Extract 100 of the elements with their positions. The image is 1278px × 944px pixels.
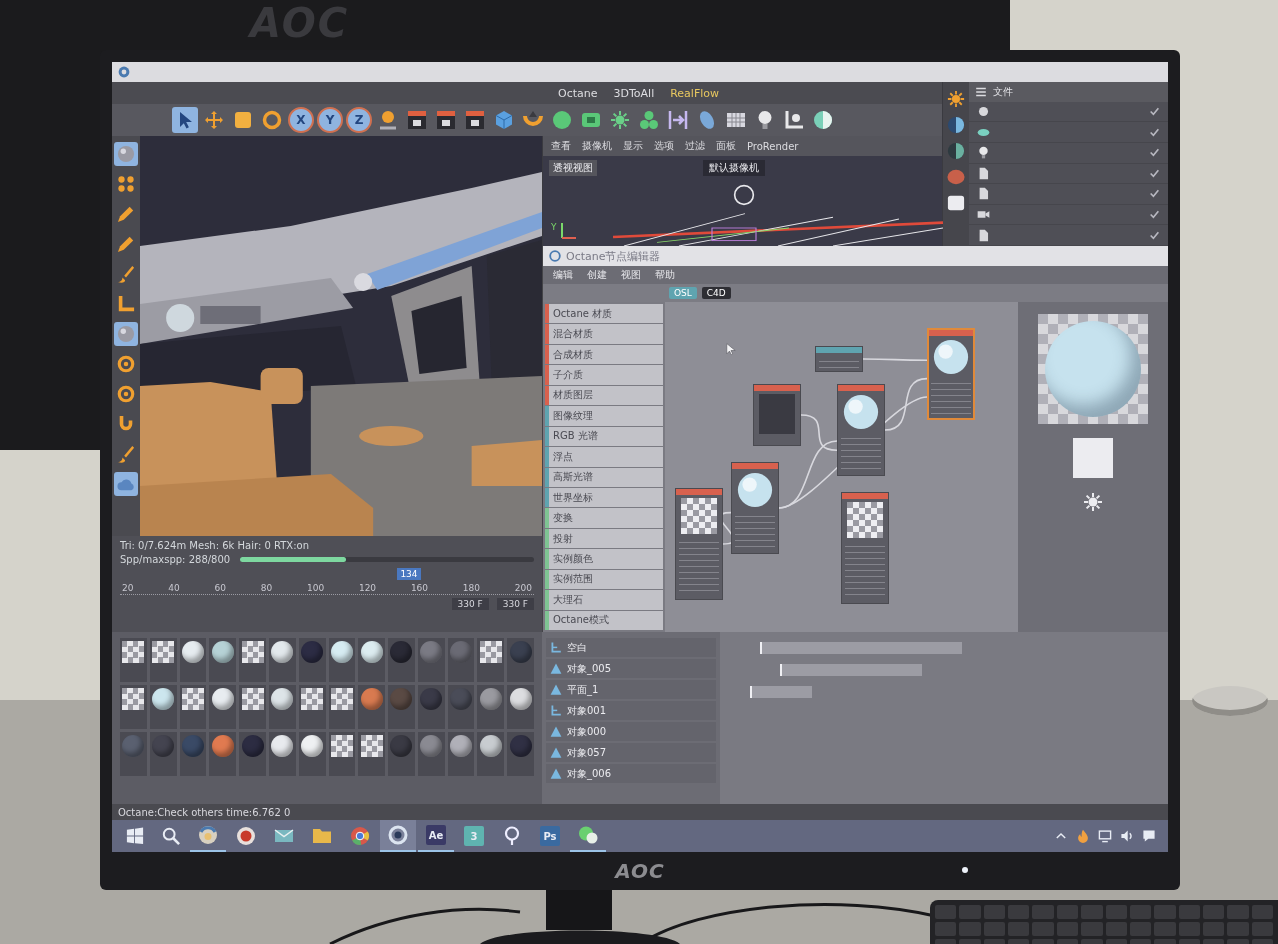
texture-node[interactable] xyxy=(675,488,723,600)
node-type-item[interactable]: 浮点 xyxy=(545,447,663,467)
check-icon[interactable] xyxy=(1149,229,1160,241)
material-tile[interactable] xyxy=(358,638,386,682)
layer-row[interactable]: 空白 xyxy=(546,638,716,657)
axis-button[interactable]: X xyxy=(288,107,314,133)
node-type-item[interactable]: 实例颜色 xyxy=(545,549,663,569)
end-frame-field[interactable]: 330 F xyxy=(496,598,534,610)
menu-item[interactable]: 创建 xyxy=(587,268,607,282)
material-tile[interactable] xyxy=(447,638,475,682)
material-tile[interactable] xyxy=(507,685,534,729)
material-tile[interactable] xyxy=(477,638,505,682)
taskbar-button[interactable] xyxy=(380,820,416,852)
node-type-item[interactable]: RGB 光谱 xyxy=(545,426,663,447)
material-tile[interactable] xyxy=(239,685,266,729)
menu-item[interactable]: RealFlow xyxy=(670,86,719,100)
material-tile[interactable] xyxy=(179,685,207,729)
menu-item[interactable]: 编辑 xyxy=(553,268,573,282)
node-type-item[interactable]: 混合材质 xyxy=(545,324,663,344)
input-node[interactable] xyxy=(815,346,863,372)
material-tile[interactable] xyxy=(417,638,445,682)
category-tag[interactable]: C4D xyxy=(701,287,731,299)
check-icon[interactable] xyxy=(1149,209,1160,221)
material-tile[interactable] xyxy=(120,685,147,729)
blob-icon[interactable] xyxy=(947,168,965,186)
material-tile[interactable] xyxy=(149,732,177,776)
material-tile[interactable] xyxy=(268,732,296,776)
material-tile[interactable] xyxy=(149,685,177,729)
timeline-ruler[interactable]: 20 40 60 80 100 120 160 180 200 134 xyxy=(120,568,534,595)
document-icon[interactable] xyxy=(977,166,990,180)
layer-row[interactable]: 对象057 xyxy=(546,743,716,762)
check-icon[interactable] xyxy=(1149,167,1160,179)
node-type-item[interactable]: 变换 xyxy=(545,508,663,528)
node-type-item[interactable]: 实例范围 xyxy=(545,569,663,590)
material-tile[interactable] xyxy=(268,685,296,729)
layer-row[interactable]: 平面_1 xyxy=(546,680,716,699)
texture-node[interactable] xyxy=(841,492,889,604)
node-type-item[interactable]: Octane 材质 xyxy=(545,304,663,324)
taskbar-button[interactable]: Ae xyxy=(418,820,454,852)
axis-button[interactable]: Y xyxy=(317,107,343,133)
material-tile[interactable] xyxy=(209,638,237,682)
node-type-item[interactable]: 投射 xyxy=(545,528,663,549)
material-tile[interactable] xyxy=(388,638,415,682)
layer-row[interactable]: 对象_006 xyxy=(546,764,716,783)
camera-selector[interactable]: 默认摄像机 xyxy=(703,160,765,176)
material-tile[interactable] xyxy=(358,732,386,776)
material-tile[interactable] xyxy=(328,732,356,776)
material-tile[interactable] xyxy=(120,732,147,776)
layer-row[interactable]: 对象000 xyxy=(546,722,716,741)
node-type-item[interactable]: 合成材质 xyxy=(545,344,663,365)
material-tile[interactable] xyxy=(209,685,237,729)
value-node[interactable] xyxy=(753,384,801,446)
menu-item[interactable]: 帮助 xyxy=(655,268,675,282)
viewport-menu-item[interactable]: 面板 xyxy=(716,139,736,153)
check-icon[interactable] xyxy=(1149,188,1160,200)
material-tile[interactable] xyxy=(298,685,326,729)
viewport-menu-item[interactable]: 摄像机 xyxy=(582,139,612,153)
material-tile[interactable] xyxy=(268,638,296,682)
square-icon[interactable] xyxy=(947,194,965,212)
menu-item[interactable]: 文件 xyxy=(993,84,1013,99)
material-node[interactable] xyxy=(927,328,975,420)
viewport-menu-item[interactable]: 过滤 xyxy=(685,139,705,153)
material-tile[interactable] xyxy=(298,732,326,776)
gear-icon[interactable] xyxy=(1083,492,1103,512)
document-icon[interactable] xyxy=(977,228,990,242)
material-tile[interactable] xyxy=(388,685,415,729)
node-type-item[interactable]: 图像纹理 xyxy=(545,406,663,426)
material-tile[interactable] xyxy=(298,638,326,682)
menu-item[interactable]: 视图 xyxy=(621,268,641,282)
material-tile[interactable] xyxy=(477,685,505,729)
node-type-item[interactable]: 子介质 xyxy=(545,365,663,385)
viewport-menu-item[interactable]: 显示 xyxy=(623,139,643,153)
menu-icon[interactable] xyxy=(975,85,987,98)
color-swatch-icon[interactable] xyxy=(1073,438,1113,478)
material-tile[interactable] xyxy=(447,732,475,776)
material-tile[interactable] xyxy=(120,638,147,682)
material-tile[interactable] xyxy=(328,638,356,682)
material-tile[interactable] xyxy=(417,732,445,776)
timeline-playhead[interactable]: 134 xyxy=(397,568,421,580)
half-circle-icon[interactable] xyxy=(947,142,965,160)
menu-item[interactable]: 3DToAll xyxy=(613,86,655,100)
material-tile[interactable] xyxy=(239,732,266,776)
material-tile[interactable] xyxy=(507,732,534,776)
notification-icon[interactable] xyxy=(1142,829,1156,843)
material-tile[interactable] xyxy=(209,732,237,776)
bulb-icon[interactable] xyxy=(977,146,990,160)
node-type-item[interactable]: 材质图层 xyxy=(545,385,663,406)
material-tile[interactable] xyxy=(447,685,475,729)
material-tile[interactable] xyxy=(179,732,207,776)
check-icon[interactable] xyxy=(1149,105,1160,117)
material-tile[interactable] xyxy=(149,638,177,682)
document-icon[interactable] xyxy=(977,187,990,201)
material-tile[interactable] xyxy=(388,732,415,776)
check-icon[interactable] xyxy=(1149,147,1160,159)
taskbar-button[interactable]: Ps xyxy=(532,820,568,852)
check-icon[interactable] xyxy=(1149,126,1160,138)
material-tile[interactable] xyxy=(507,638,534,682)
material-tile[interactable] xyxy=(328,685,356,729)
node-type-item[interactable]: 高斯光谱 xyxy=(545,467,663,487)
windows-icon[interactable] xyxy=(126,827,144,845)
